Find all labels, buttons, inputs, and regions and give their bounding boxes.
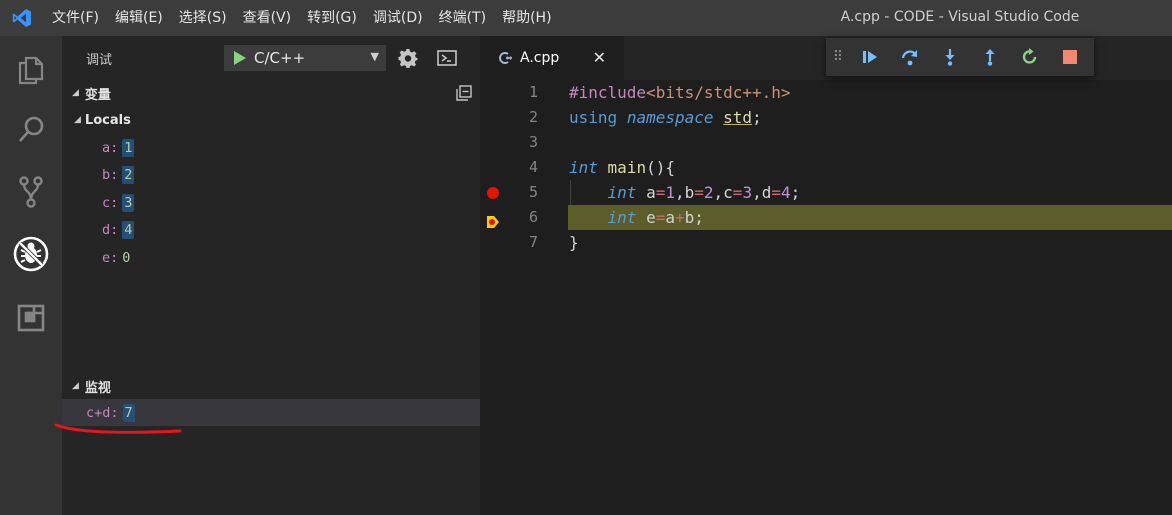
chevron-down-icon: ▼ — [370, 50, 379, 63]
variable-row[interactable]: e: 0 — [62, 244, 480, 272]
variable-row[interactable]: c: 3 — [62, 189, 480, 217]
code-line: 2 using namespace std; — [480, 105, 1172, 130]
collapse-triangle-icon: ◢ — [74, 115, 81, 125]
start-debugging-icon[interactable] — [228, 50, 252, 66]
variable-value: 1 — [122, 138, 135, 157]
explorer-icon[interactable] — [11, 50, 51, 90]
menu-help[interactable]: 帮助(H) — [494, 0, 559, 36]
line-number: 2 — [528, 108, 538, 126]
vscode-logo-icon — [0, 0, 44, 36]
debug-sidebar: 调试 C/C++ ▼ ◢ 变量 ◢ Locals a: 1 b: 2 c:… — [62, 36, 480, 515]
menu-selection[interactable]: 选择(S) — [171, 0, 235, 36]
variable-name: b — [102, 167, 111, 184]
watch-value: 7 — [122, 403, 135, 422]
menu-go[interactable]: 转到(G) — [299, 0, 365, 36]
red-underline-annotation — [54, 423, 182, 434]
locals-label: Locals — [84, 112, 131, 128]
debug-title: 调试 — [86, 52, 113, 68]
gutter[interactable]: 2 — [480, 105, 568, 130]
continue-icon[interactable] — [850, 38, 890, 76]
code-line-current: 6 int e=a+b; — [480, 205, 1172, 230]
restart-icon[interactable] — [1010, 38, 1050, 76]
line-number: 7 — [528, 233, 538, 251]
variable-name: c — [102, 194, 111, 211]
line-number: 3 — [528, 133, 538, 151]
window-title: A.cpp - CODE - Visual Studio Code — [840, 9, 1080, 25]
code-editor[interactable]: 1 #include<bits/stdc++.h> 2 using namesp… — [480, 80, 1172, 515]
stop-icon[interactable] — [1050, 38, 1090, 76]
extensions-icon[interactable] — [11, 298, 51, 338]
step-into-icon[interactable] — [930, 38, 970, 76]
line-number: 5 — [528, 183, 538, 201]
gutter[interactable]: 4 — [480, 155, 568, 180]
menu-bar: 文件(F) 编辑(E) 选择(S) 查看(V) 转到(G) 调试(D) 终端(T… — [44, 0, 560, 36]
activity-bar — [0, 36, 62, 515]
variable-row[interactable]: b: 2 — [62, 162, 480, 190]
tab-a-cpp[interactable]: A.cpp ✕ — [480, 36, 624, 80]
variables-section-header[interactable]: ◢ 变量 — [62, 80, 480, 106]
variable-value: 0 — [122, 249, 131, 266]
line-number: 4 — [528, 158, 538, 176]
code-line: 4 int main(){ — [480, 155, 1172, 180]
variable-name: a — [102, 139, 111, 156]
menu-edit[interactable]: 编辑(E) — [107, 0, 171, 36]
debug-header: 调试 C/C++ ▼ — [62, 36, 480, 80]
code-line: 7 } — [480, 230, 1172, 255]
code-line: 1 #include<bits/stdc++.h> — [480, 80, 1172, 105]
gutter[interactable]: 6 — [480, 205, 568, 230]
gear-icon[interactable] — [396, 46, 420, 70]
search-icon[interactable] — [11, 110, 51, 150]
menu-terminal[interactable]: 终端(T) — [431, 0, 494, 36]
collapse-all-icon[interactable] — [456, 85, 472, 105]
gutter[interactable]: 5 — [480, 180, 568, 205]
collapse-triangle-icon: ◢ — [72, 381, 79, 391]
debug-icon[interactable] — [11, 234, 51, 274]
code-line: 3 — [480, 130, 1172, 155]
menu-file[interactable]: 文件(F) — [44, 0, 107, 36]
line-number: 1 — [528, 83, 538, 101]
debug-console-icon[interactable] — [436, 48, 458, 68]
source-control-icon[interactable] — [11, 172, 51, 212]
variable-value: 2 — [122, 166, 135, 185]
variable-row[interactable]: d: 4 — [62, 217, 480, 245]
locals-scope[interactable]: ◢ Locals — [62, 106, 480, 134]
variable-value: 3 — [122, 193, 135, 212]
step-over-icon[interactable] — [890, 38, 930, 76]
editor-area: A.cpp ✕ 1 #include<bits/stdc++.h> 2 usin… — [480, 36, 1172, 515]
step-out-icon[interactable] — [970, 38, 1010, 76]
variables-label: 变量 — [84, 87, 111, 103]
close-icon[interactable]: ✕ — [593, 48, 606, 67]
gutter[interactable]: 3 — [480, 130, 568, 155]
variable-row[interactable]: a: 1 — [62, 134, 480, 162]
code-line: 5 int a=1,b=2,c=3,d=4; — [480, 180, 1172, 205]
title-bar: 文件(F) 编辑(E) 选择(S) 查看(V) 转到(G) 调试(D) 终端(T… — [0, 0, 1172, 36]
debug-config-select[interactable]: C/C++ ▼ — [224, 45, 386, 71]
breakpoint-icon[interactable] — [487, 187, 499, 199]
debug-toolbar: ⠿ — [826, 38, 1094, 76]
line-number: 6 — [528, 208, 538, 226]
watch-expression: c+d — [86, 404, 111, 421]
variable-value: 4 — [122, 221, 135, 240]
variable-name: e — [102, 249, 111, 266]
collapse-triangle-icon: ◢ — [72, 88, 79, 98]
gutter[interactable]: 7 — [480, 230, 568, 255]
drag-handle-icon[interactable]: ⠿ — [826, 38, 850, 76]
menu-view[interactable]: 查看(V) — [235, 0, 300, 36]
menu-debug[interactable]: 调试(D) — [365, 0, 431, 36]
debug-config-label: C/C++ — [254, 49, 306, 67]
gutter[interactable]: 1 — [480, 80, 568, 105]
cpp-file-icon — [498, 51, 514, 65]
variable-name: d — [102, 222, 111, 239]
watch-section-header[interactable]: ◢ 监视 — [62, 373, 480, 399]
watch-label: 监视 — [84, 380, 111, 396]
tab-label: A.cpp — [520, 50, 560, 66]
